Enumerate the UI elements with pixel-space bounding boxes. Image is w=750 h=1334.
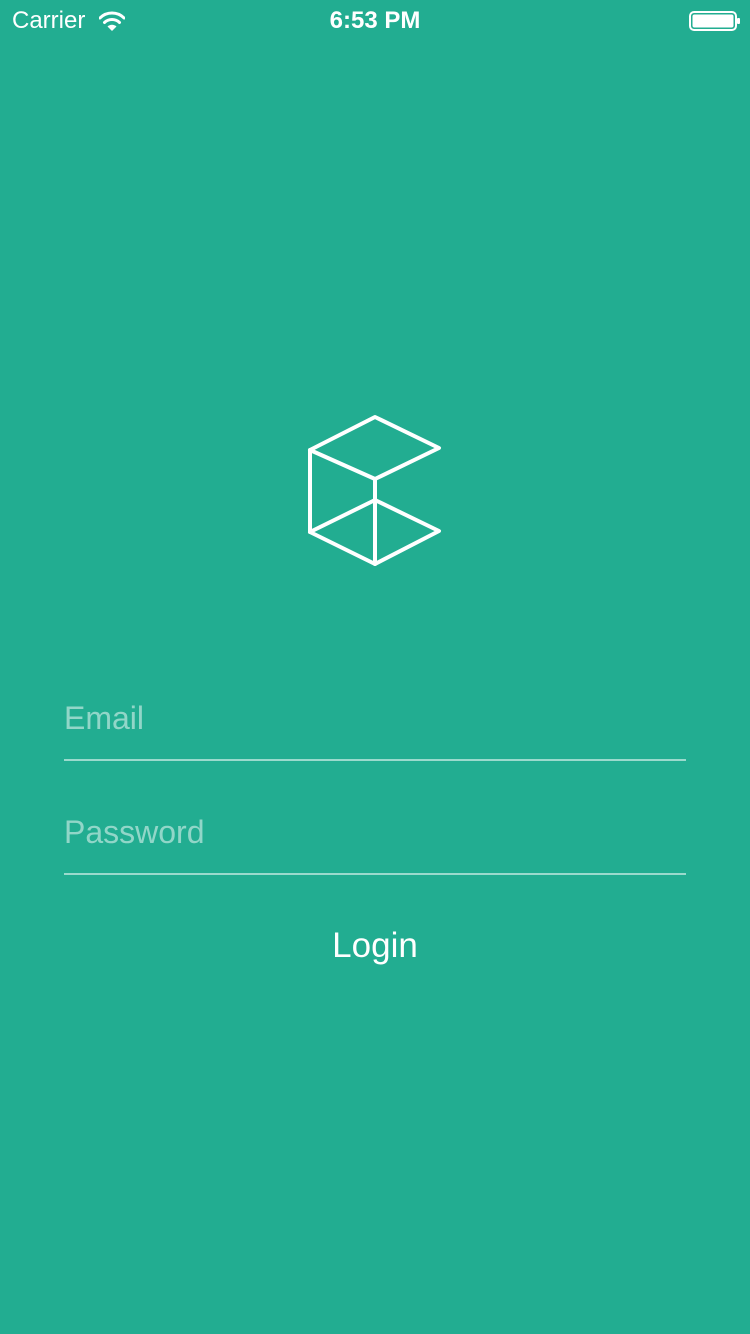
cube-outline-icon xyxy=(308,415,441,566)
login-button[interactable]: Login xyxy=(275,922,475,970)
password-input[interactable] xyxy=(64,813,686,851)
battery-full-icon xyxy=(689,11,740,31)
email-input[interactable] xyxy=(64,699,686,737)
status-bar: Carrier 6:53 PM xyxy=(0,0,750,40)
status-time: 6:53 PM xyxy=(329,7,421,34)
email-field[interactable] xyxy=(64,699,686,761)
password-field[interactable] xyxy=(64,813,686,875)
